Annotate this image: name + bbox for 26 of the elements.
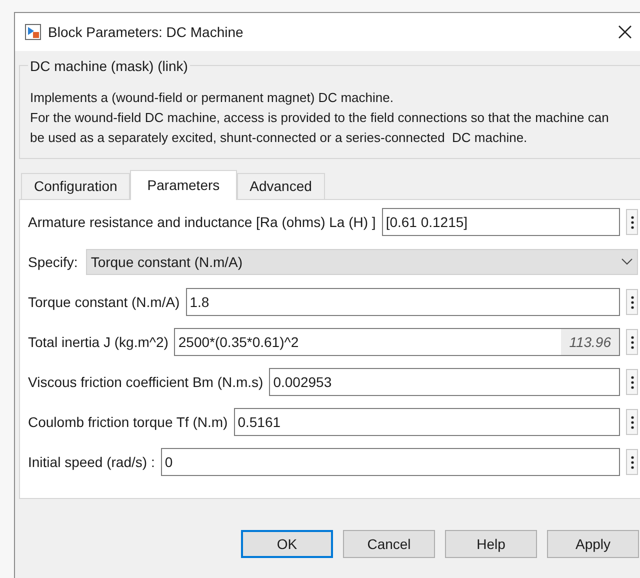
- input-field[interactable]: 2500*(0.35*0.61)^2 113.96: [174, 328, 620, 356]
- tab[interactable]: Configuration: [21, 173, 130, 199]
- field-label: Initial speed (rad/s) :: [28, 452, 155, 472]
- field-label: Torque constant (N.m/A): [28, 292, 180, 312]
- field-label: Armature resistance and inductance [Ra (ohms) La (H) ]: [28, 212, 376, 232]
- tab[interactable]: Advanced: [236, 173, 325, 199]
- input-field[interactable]: 0: [160, 448, 620, 476]
- field-label: Viscous friction coefficient Bm (N.m.s): [28, 372, 264, 392]
- field-label: Total inertia J (kg.m^2): [28, 332, 168, 352]
- field-label: Coulomb friction torque Tf (N.m): [28, 412, 228, 432]
- evaluated-value: 113.96: [561, 329, 619, 355]
- input-field[interactable]: 0.5161: [234, 408, 620, 436]
- input-field[interactable]: 0.002953: [269, 368, 620, 396]
- tab[interactable]: Parameters: [130, 170, 237, 200]
- window-title: Block Parameters: DC Machine: [48, 22, 244, 42]
- field-label: Specify:: [28, 252, 78, 272]
- dropdown-value: Torque constant (N.m/A): [90, 252, 243, 272]
- dropdown[interactable]: Torque constant (N.m/A): [86, 249, 638, 275]
- dialog-button[interactable]: Cancel: [343, 530, 435, 558]
- dialog-button[interactable]: OK: [241, 530, 333, 558]
- input-field[interactable]: [0.61 0.1215]: [382, 208, 620, 236]
- description-text: For the wound-field DC machine, access is provided to the field connections so that the machine can be used as a separately excited, shunt-connected or a series-connected DC machine.: [30, 109, 610, 147]
- input-field[interactable]: 1.8: [186, 288, 620, 316]
- dialog-button[interactable]: Apply: [547, 530, 639, 558]
- dialog-button[interactable]: Help: [445, 530, 537, 558]
- description-text: Implements a (wound-field or permanent magnet) DC machine.: [30, 89, 394, 107]
